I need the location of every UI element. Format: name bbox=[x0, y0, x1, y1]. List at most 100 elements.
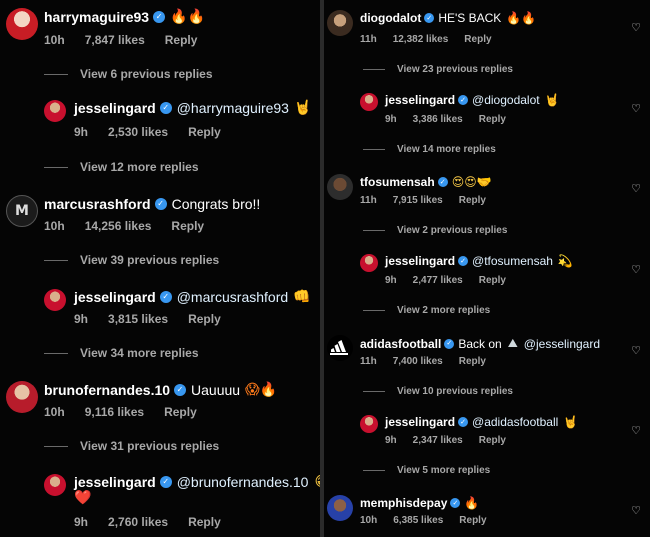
mention-link[interactable]: @harrymaguire93 bbox=[177, 100, 289, 116]
verified-badge-icon: ✓ bbox=[159, 476, 172, 488]
mention-link[interactable]: @diogodalot bbox=[472, 93, 540, 107]
view-replies-button[interactable]: View 12 more replies bbox=[44, 160, 199, 174]
view-replies-button[interactable]: View 39 previous replies bbox=[44, 253, 219, 267]
username[interactable]: jesselingard bbox=[74, 474, 156, 490]
heart-outline-icon[interactable]: ♡ bbox=[630, 103, 642, 115]
mention-link[interactable]: @brunofernandes.10 bbox=[177, 474, 309, 490]
reply-button[interactable]: Reply bbox=[459, 195, 486, 206]
like-count[interactable]: 2,477 likes bbox=[413, 275, 463, 286]
reply-button[interactable]: Reply bbox=[164, 405, 197, 419]
username[interactable]: marcusrashford bbox=[44, 196, 151, 212]
reply-button[interactable]: Reply bbox=[171, 219, 204, 233]
like-count[interactable]: 2,530 likes bbox=[108, 125, 168, 139]
reply-button[interactable]: Reply bbox=[479, 114, 506, 125]
comment-emoji: 🔥🔥 bbox=[170, 9, 205, 25]
view-replies-label: View 2 more replies bbox=[397, 305, 491, 316]
comment-time[interactable]: 11h bbox=[360, 356, 377, 367]
reply-button[interactable]: Reply bbox=[165, 33, 198, 47]
comment-text: Congrats bro!! bbox=[171, 196, 261, 212]
comment-time[interactable]: 9h bbox=[74, 515, 88, 529]
like-count[interactable]: 3,386 likes bbox=[413, 114, 463, 125]
like-count[interactable]: 3,815 likes bbox=[108, 312, 168, 326]
reply-button[interactable]: Reply bbox=[464, 34, 491, 45]
avatar[interactable] bbox=[327, 495, 353, 521]
heart-outline-icon[interactable]: ♡ bbox=[630, 264, 642, 276]
like-count[interactable]: 7,400 likes bbox=[393, 356, 443, 367]
like-count[interactable]: 2,760 likes bbox=[108, 515, 168, 529]
heart-outline-icon[interactable]: ♡ bbox=[630, 345, 642, 357]
verified-badge-icon: ✓ bbox=[437, 177, 448, 187]
reply-button[interactable]: Reply bbox=[459, 356, 486, 367]
avatar[interactable] bbox=[360, 415, 378, 433]
comment-time[interactable]: 9h bbox=[74, 125, 88, 139]
heart-outline-icon[interactable]: ♡ bbox=[630, 183, 642, 195]
view-replies-button[interactable]: View 10 previous replies bbox=[363, 386, 513, 397]
avatar[interactable] bbox=[44, 474, 66, 496]
heart-outline-icon[interactable]: ♡ bbox=[630, 425, 642, 437]
heart-outline-icon[interactable]: ♡ bbox=[630, 505, 642, 517]
username[interactable]: brunofernandes.10 bbox=[44, 382, 170, 398]
avatar[interactable] bbox=[44, 289, 66, 311]
reply-button[interactable]: Reply bbox=[479, 275, 506, 286]
mention-link[interactable]: @marcusrashford bbox=[177, 289, 288, 305]
avatar[interactable] bbox=[6, 381, 38, 413]
avatar[interactable] bbox=[360, 254, 378, 272]
heart-outline-icon[interactable]: ♡ bbox=[630, 22, 642, 34]
comment-time[interactable]: 9h bbox=[385, 275, 397, 286]
like-count[interactable]: 7,847 likes bbox=[85, 33, 145, 47]
reply-button[interactable]: Reply bbox=[459, 515, 486, 526]
comment-time[interactable]: 9h bbox=[385, 114, 397, 125]
view-replies-label: View 10 previous replies bbox=[397, 386, 513, 397]
like-count[interactable]: 6,385 likes bbox=[393, 515, 443, 526]
like-count[interactable]: 2,347 likes bbox=[413, 435, 463, 446]
username[interactable]: jesselingard bbox=[385, 254, 455, 268]
like-count[interactable]: 12,382 likes bbox=[393, 34, 449, 45]
adidas-logo-icon bbox=[330, 340, 348, 355]
mention-link[interactable]: @adidasfootball bbox=[472, 415, 558, 429]
username[interactable]: jesselingard bbox=[385, 415, 455, 429]
view-replies-button[interactable]: View 34 more replies bbox=[44, 346, 199, 360]
username[interactable]: jesselingard bbox=[74, 289, 156, 305]
view-replies-button[interactable]: View 14 more replies bbox=[363, 144, 496, 155]
view-replies-button[interactable]: View 6 previous replies bbox=[44, 67, 213, 81]
reply-button[interactable]: Reply bbox=[188, 312, 221, 326]
comment-time[interactable]: 10h bbox=[44, 33, 65, 47]
reply-button[interactable]: Reply bbox=[479, 435, 506, 446]
avatar[interactable] bbox=[327, 10, 353, 36]
avatar[interactable] bbox=[327, 335, 353, 361]
username[interactable]: tfosumensah bbox=[360, 175, 435, 189]
comment-time[interactable]: 11h bbox=[360, 195, 377, 206]
view-replies-button[interactable]: View 5 more replies bbox=[363, 465, 490, 476]
username[interactable]: harrymaguire93 bbox=[44, 9, 149, 25]
username[interactable]: jesselingard bbox=[385, 93, 455, 107]
comment-time[interactable]: 9h bbox=[74, 312, 88, 326]
comment-time[interactable]: 10h bbox=[360, 515, 377, 526]
like-count[interactable]: 14,256 likes bbox=[85, 219, 152, 233]
username[interactable]: adidasfootball bbox=[360, 337, 441, 351]
avatar[interactable] bbox=[6, 8, 38, 40]
comment-time[interactable]: 11h bbox=[360, 34, 377, 45]
avatar[interactable] bbox=[360, 93, 378, 111]
comment-time[interactable]: 9h bbox=[385, 435, 397, 446]
reply-button[interactable]: Reply bbox=[188, 515, 221, 529]
comment-time[interactable]: 10h bbox=[44, 405, 65, 419]
comment-time[interactable]: 10h bbox=[44, 219, 65, 233]
view-replies-button[interactable]: View 23 previous replies bbox=[363, 64, 513, 75]
avatar[interactable] bbox=[44, 100, 66, 122]
view-replies-button[interactable]: View 2 previous replies bbox=[363, 225, 507, 236]
view-replies-button[interactable]: View 2 more replies bbox=[363, 305, 490, 316]
avatar[interactable] bbox=[327, 174, 353, 200]
username[interactable]: jesselingard bbox=[74, 100, 156, 116]
like-count[interactable]: 7,915 likes bbox=[393, 195, 443, 206]
divider bbox=[44, 445, 68, 447]
username[interactable]: memphisdepay bbox=[360, 496, 447, 510]
mention-link[interactable]: @tfosumensah bbox=[472, 254, 553, 268]
comment-emoji: 🔥🔥 bbox=[506, 11, 537, 25]
divider bbox=[44, 259, 68, 261]
username[interactable]: diogodalot bbox=[360, 11, 421, 25]
like-count[interactable]: 9,116 likes bbox=[85, 405, 144, 419]
reply-button[interactable]: Reply bbox=[188, 125, 221, 139]
view-replies-button[interactable]: View 31 previous replies bbox=[44, 439, 219, 453]
avatar[interactable]: M bbox=[6, 195, 38, 227]
mention-link[interactable]: @jesselingard bbox=[524, 337, 600, 351]
